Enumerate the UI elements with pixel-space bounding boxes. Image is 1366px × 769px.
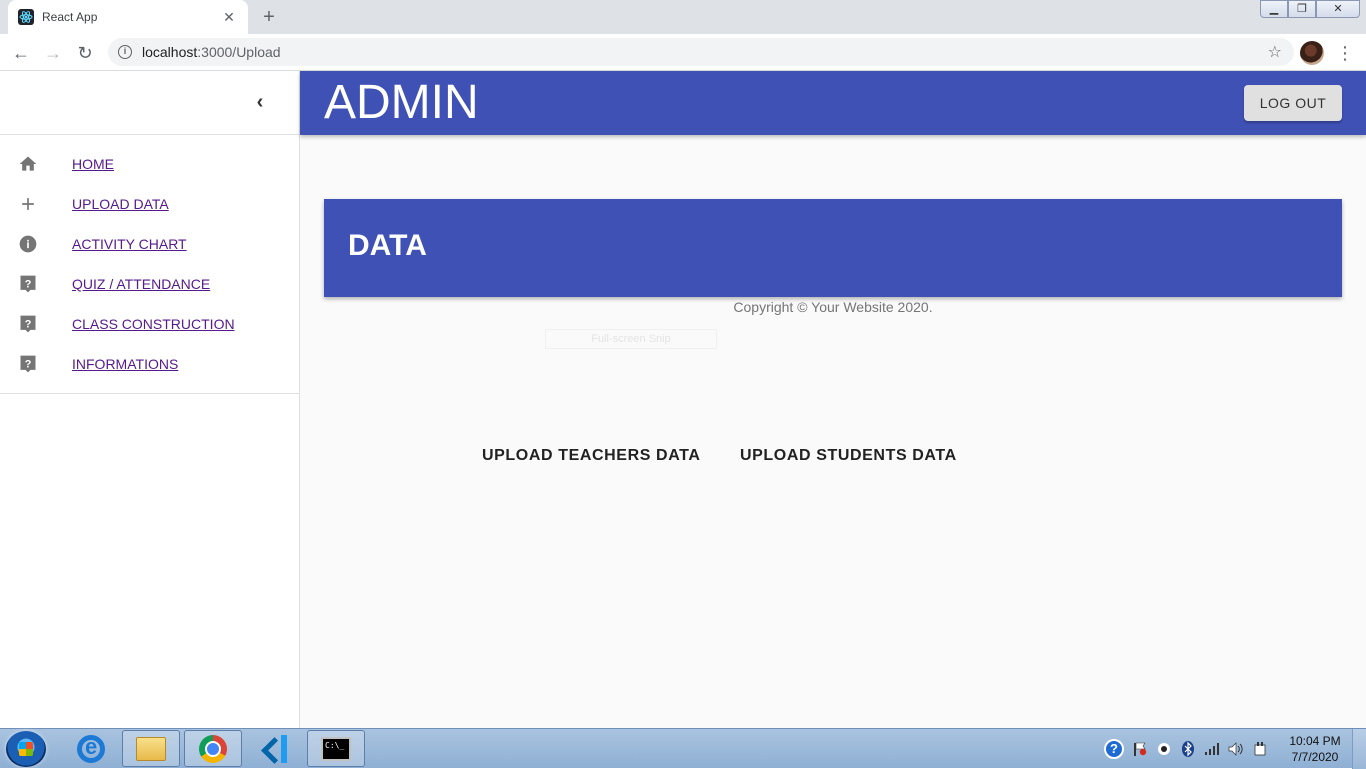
svg-text:?: ? [25,278,32,290]
internet-explorer-icon [77,734,105,763]
close-window-button[interactable]: ✕ [1316,0,1360,18]
sidebar-item-upload-data[interactable]: UPLOAD DATA [0,184,299,224]
restore-button[interactable]: ❐ [1288,0,1316,18]
clock-date: 7/7/2020 [1291,750,1339,764]
clock-time: 10:04 PM [1289,734,1341,748]
help-icon: ? [18,354,38,374]
sidebar-item-label[interactable]: HOME [72,156,114,172]
vscode-icon [261,734,289,763]
drawer-header: ‹ [0,71,299,135]
taskbar-ie[interactable] [62,730,120,767]
reload-button[interactable]: ↻ [72,40,98,66]
forward-button[interactable]: → [40,40,66,66]
url-text: localhost:3000/Upload [142,44,281,60]
sidebar-item-label[interactable]: CLASS CONSTRUCTION [72,316,235,332]
command-prompt-icon: C:\_ [321,736,351,761]
browser-menu-icon[interactable]: ⋮ [1336,40,1354,66]
taskbar-explorer[interactable] [122,730,180,767]
browser-tabstrip: React App ✕ + ▁ ❐ ✕ [0,0,1366,34]
chrome-icon [199,734,227,763]
sidebar-nav: HOME UPLOAD DATA ACTIVITY CHART ? QUIZ /… [0,135,299,394]
system-tray: ? [1104,739,1268,759]
help-icon: ? [18,314,38,334]
upload-students-button[interactable]: UPLOAD STUDENTS DATA [740,447,957,465]
sidebar-item-label[interactable]: ACTIVITY CHART [72,236,187,252]
sidebar-item-quiz-attendance[interactable]: ? QUIZ / ATTENDANCE [0,264,299,304]
tab-title: React App [42,10,98,24]
react-icon [18,9,34,25]
plus-icon [18,194,38,214]
app-root: ‹ HOME UPLOAD DATA ACTIVITY CHART ? QUIZ… [0,71,1366,728]
volume-icon[interactable] [1228,741,1244,757]
brand-title: ADMIN [324,76,479,129]
profile-avatar[interactable] [1300,41,1324,65]
window-controls: ▁ ❐ ✕ [1260,0,1360,18]
site-info-icon[interactable]: i [118,45,132,59]
info-icon [18,234,38,254]
taskbar-cmd[interactable]: C:\_ [307,730,365,767]
bookmark-star-icon[interactable]: ☆ [1268,42,1282,62]
help-icon: ? [18,274,38,294]
minimize-button[interactable]: ▁ [1260,0,1288,18]
browser-toolbar: ← → ↻ i localhost:3000/Upload ☆ ⋮ [0,34,1366,71]
page-title: DATA [348,229,427,262]
sidebar-item-informations[interactable]: ? INFORMATIONS [0,344,299,384]
data-banner: DATA [324,199,1342,297]
upload-teachers-button[interactable]: UPLOAD TEACHERS DATA [482,447,701,465]
taskbar-vscode[interactable] [246,730,304,767]
new-tab-button[interactable]: + [258,6,280,28]
action-center-flag-icon[interactable] [1132,741,1148,757]
bluetooth-icon[interactable] [1180,741,1196,757]
chevron-left-icon[interactable]: ‹ [248,91,272,115]
home-icon [18,154,38,174]
logout-button[interactable]: LOG OUT [1244,85,1342,121]
folder-icon [136,736,166,761]
address-bar[interactable]: i localhost:3000/Upload ☆ [108,38,1294,66]
show-desktop-button[interactable] [1352,729,1366,769]
taskbar: C:\_ ? 10:04 PM 7/7/2020 [0,728,1366,769]
tab-close-icon[interactable]: ✕ [220,9,238,26]
app-header: ADMIN LOG OUT [300,71,1366,135]
svg-text:?: ? [25,358,32,370]
copyright-text: Copyright © Your Website 2020. [733,299,933,315]
sidebar-item-activity-chart[interactable]: ACTIVITY CHART [0,224,299,264]
sidebar-item-label[interactable]: QUIZ / ATTENDANCE [72,276,210,292]
sidebar-item-class-construction[interactable]: ? CLASS CONSTRUCTION [0,304,299,344]
sidebar-item-label[interactable]: INFORMATIONS [72,356,178,372]
svg-text:?: ? [25,318,32,330]
help-icon[interactable]: ? [1104,739,1124,759]
network-signal-icon[interactable] [1204,741,1220,757]
power-plug-icon[interactable] [1252,741,1268,757]
sidebar-drawer: ‹ HOME UPLOAD DATA ACTIVITY CHART ? QUIZ… [0,71,300,728]
taskbar-clock[interactable]: 10:04 PM 7/7/2020 [1280,733,1350,765]
sidebar-item-home[interactable]: HOME [0,144,299,184]
browser-tab[interactable]: React App ✕ [8,0,248,34]
snip-overlay: Full-screen Snip [545,329,717,349]
back-button[interactable]: ← [8,40,34,66]
sidebar-item-label[interactable]: UPLOAD DATA [72,196,169,212]
record-icon[interactable] [1156,741,1172,757]
taskbar-chrome[interactable] [184,730,242,767]
start-button[interactable] [6,731,46,767]
